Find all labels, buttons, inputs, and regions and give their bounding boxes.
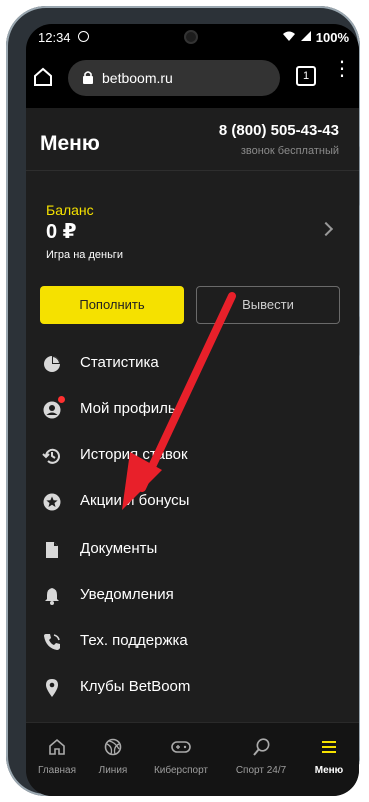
withdraw-button[interactable]: Вывести: [196, 286, 340, 324]
nav-label: Киберспорт: [153, 765, 209, 776]
menu-item-label: История ставок: [80, 446, 188, 463]
menu-item-label: Статистика: [80, 354, 159, 371]
nav-sport-24-7[interactable]: Спорт 24/7: [228, 737, 294, 776]
spotify-icon: [78, 31, 89, 42]
balance-label: Баланс: [46, 202, 94, 218]
menu-item-label: Мой профиль: [80, 400, 176, 417]
more-options-icon[interactable]: ⋮: [332, 59, 352, 79]
status-bar: 12:34 100%: [26, 24, 359, 50]
phone-frame: 12:34 100% betboom.ru 1 ⋮ Меню 8 (800) 5…: [6, 6, 360, 796]
menu-item-profile[interactable]: Мой профиль: [42, 392, 332, 428]
pie-chart-icon: [42, 354, 64, 376]
signal-icon: [300, 30, 312, 45]
menu-icon: [296, 737, 359, 759]
racket-icon: [228, 737, 294, 759]
camera-icon: [184, 30, 198, 44]
menu-item-label: Документы: [80, 540, 158, 557]
chevron-right-icon[interactable]: [318, 221, 334, 237]
bottom-navigation: Главная Линия Киберспорт Спорт 24/7 Меню: [26, 722, 359, 796]
menu-item-bet-history[interactable]: История ставок: [42, 438, 332, 474]
menu-item-label: Тех. поддержка: [80, 632, 188, 649]
browser-home-icon[interactable]: [32, 66, 54, 88]
nav-label: Спорт 24/7: [235, 765, 287, 776]
support-phone[interactable]: 8 (800) 505-43-43: [219, 122, 339, 139]
page-title: Меню: [40, 132, 100, 155]
balance-note: Игра на деньги: [46, 249, 123, 261]
menu-item-documents[interactable]: Документы: [42, 532, 332, 568]
status-right: 100%: [282, 30, 349, 45]
menu-item-notifications[interactable]: Уведомления: [42, 578, 332, 614]
tabs-icon[interactable]: 1: [296, 66, 316, 86]
nav-label: Линия: [98, 765, 128, 776]
divider: [26, 170, 359, 171]
balance-value: 0 ₽: [46, 221, 77, 243]
document-icon: [42, 540, 64, 562]
phone-icon: [42, 632, 64, 654]
support-phone-note: звонок бесплатный: [240, 145, 339, 157]
notification-dot: [58, 396, 65, 403]
bell-icon: [42, 586, 64, 608]
location-icon: [42, 678, 64, 700]
ball-icon: [80, 737, 146, 759]
menu-item-label: Клубы BetBoom: [80, 678, 191, 695]
profile-icon: [42, 400, 64, 422]
menu-item-statistics[interactable]: Статистика: [42, 346, 332, 382]
deposit-button[interactable]: Пополнить: [40, 286, 184, 324]
menu-item-support[interactable]: Тех. поддержка: [42, 624, 332, 660]
nav-menu[interactable]: Меню: [296, 737, 359, 776]
menu-item-label: Уведомления: [80, 586, 174, 603]
lock-icon: [82, 70, 94, 87]
menu-item-clubs[interactable]: Клубы BetBoom: [42, 670, 332, 706]
nav-esports[interactable]: Киберспорт: [148, 737, 214, 776]
menu-item-label: Акции и бонусы: [80, 492, 190, 509]
menu-item-promotions[interactable]: Акции и бонусы: [42, 484, 332, 520]
battery-text: 100%: [315, 30, 349, 45]
gamepad-icon: [148, 737, 214, 759]
screen: 12:34 100% betboom.ru 1 ⋮ Меню 8 (800) 5…: [26, 24, 359, 796]
history-icon: [42, 446, 64, 468]
nav-line[interactable]: Линия: [80, 737, 146, 776]
url-text: betboom.ru: [102, 70, 173, 86]
browser-bar: betboom.ru 1 ⋮: [26, 50, 359, 108]
star-icon: [42, 492, 64, 514]
nav-label: Меню: [314, 765, 344, 776]
wifi-icon: [282, 30, 296, 45]
url-bar[interactable]: betboom.ru: [68, 60, 280, 96]
status-time: 12:34: [38, 30, 71, 45]
